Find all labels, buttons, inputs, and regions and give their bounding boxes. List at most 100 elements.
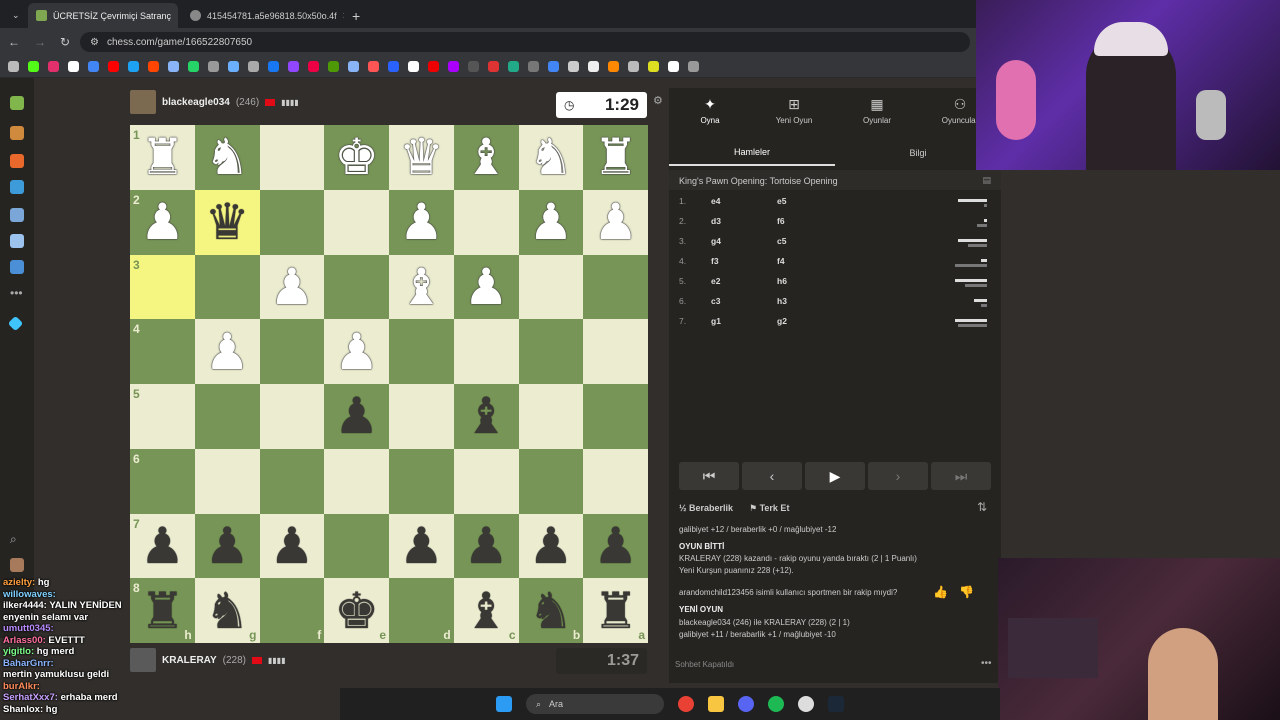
board-square-c4[interactable] — [453, 319, 519, 384]
board-square-d7[interactable]: ♟ — [389, 513, 454, 579]
discord-icon[interactable] — [738, 696, 754, 712]
watch-icon[interactable] — [10, 208, 24, 222]
board-square-c6[interactable] — [453, 448, 519, 514]
board-square-e6[interactable] — [324, 448, 389, 514]
white-pawn-piece[interactable]: ♟ — [583, 190, 648, 255]
board-square-b4[interactable] — [518, 319, 584, 384]
board-square-e1[interactable]: ♚ — [324, 125, 389, 190]
bookmark-icon[interactable] — [488, 61, 499, 72]
kick-icon[interactable] — [28, 61, 39, 72]
board-square-a7[interactable]: ♟ — [583, 513, 648, 579]
back-icon[interactable]: ← — [8, 35, 20, 49]
white-rook-piece[interactable]: ♜ — [583, 125, 648, 190]
reddit-icon[interactable] — [148, 61, 159, 72]
white-move[interactable]: c3 — [711, 296, 720, 306]
board-square-d5[interactable] — [389, 384, 454, 449]
apps-icon[interactable] — [8, 61, 19, 72]
black-pawn-piece[interactable]: ♟ — [195, 514, 260, 579]
board-square-h7[interactable]: 7 ♟ — [130, 513, 195, 579]
more-icon[interactable]: ••• — [981, 658, 992, 669]
bookmark-icon[interactable] — [168, 61, 179, 72]
board-square-a1[interactable]: ♜ — [583, 125, 648, 190]
board-square-h2[interactable]: 2 ♟ — [130, 189, 195, 255]
black-pawn-piece[interactable]: ♟ — [389, 514, 454, 579]
tab-new-game[interactable]: ⊞ Yeni Oyun — [761, 96, 827, 125]
whatsapp-icon[interactable] — [188, 61, 199, 72]
board-square-f2[interactable] — [259, 189, 325, 255]
black-move[interactable]: e5 — [777, 196, 786, 206]
board-square-d2[interactable]: ♟ — [389, 189, 454, 255]
twitch-icon[interactable] — [288, 61, 299, 72]
learn-icon[interactable] — [10, 180, 24, 194]
player-name[interactable]: blackeagle034 — [162, 97, 230, 108]
windows-start-icon[interactable] — [496, 696, 512, 712]
board-square-a6[interactable] — [583, 448, 648, 514]
board-square-c1[interactable]: ♝ — [453, 125, 519, 190]
folder-icon[interactable] — [708, 696, 724, 712]
white-king-piece[interactable]: ♚ — [324, 125, 389, 190]
black-pawn-piece[interactable]: ♟ — [130, 514, 195, 579]
board-square-e5[interactable]: ♟ — [324, 384, 389, 449]
bookmark-icon[interactable] — [628, 61, 639, 72]
board-square-b2[interactable]: ♟ — [518, 189, 584, 255]
black-pawn-piece[interactable]: ♟ — [324, 384, 389, 449]
spotify-icon[interactable] — [768, 696, 784, 712]
board-square-h5[interactable]: 5 — [130, 384, 195, 449]
board-square-e4[interactable]: ♟ — [324, 319, 389, 384]
bookmark-icon[interactable] — [568, 61, 579, 72]
white-bishop-piece[interactable]: ♝ — [389, 255, 454, 320]
board-square-h4[interactable]: 4 — [130, 319, 195, 384]
board-square-a4[interactable] — [583, 319, 648, 384]
bookmark-icon[interactable] — [388, 61, 399, 72]
black-bishop-piece[interactable]: ♝ — [454, 384, 519, 449]
black-rook-piece[interactable]: ♜ — [583, 578, 648, 643]
black-pawn-piece[interactable]: ♟ — [260, 514, 325, 579]
avatar[interactable] — [130, 90, 156, 114]
bookmark-icon[interactable] — [208, 61, 219, 72]
board-square-c2[interactable] — [453, 189, 519, 255]
board-square-d6[interactable] — [389, 448, 454, 514]
bookmark-icon[interactable] — [548, 61, 559, 72]
bookmark-icon[interactable] — [368, 61, 379, 72]
board-square-a3[interactable] — [583, 254, 648, 320]
search-icon[interactable]: ⌕ — [10, 532, 24, 546]
white-pawn-piece[interactable]: ♟ — [130, 190, 195, 255]
board-square-g6[interactable] — [194, 448, 260, 514]
steam-icon[interactable] — [828, 696, 844, 712]
board-square-a8[interactable]: a ♜ — [583, 578, 648, 643]
address-bar[interactable]: ⚙ chess.com/game/166522807650 — [80, 32, 970, 52]
board-square-a5[interactable] — [583, 384, 648, 449]
white-pawn-piece[interactable]: ♟ — [454, 255, 519, 320]
white-move[interactable]: f3 — [711, 256, 719, 266]
bookmark-icon[interactable] — [248, 61, 259, 72]
first-move-button[interactable]: ⏮ — [679, 462, 739, 490]
board-square-f3[interactable]: ♟ — [259, 254, 325, 320]
avatar[interactable] — [10, 558, 24, 572]
board-square-e7[interactable] — [324, 513, 389, 579]
news-icon[interactable] — [10, 234, 24, 248]
tab-chess[interactable]: ÜCRETSİZ Çevrimiçi Satranç × — [28, 3, 178, 28]
white-move[interactable]: d3 — [711, 216, 721, 226]
white-bishop-piece[interactable]: ♝ — [454, 125, 519, 190]
black-pawn-piece[interactable]: ♟ — [454, 514, 519, 579]
tab-play[interactable]: ✦ Oyna — [677, 96, 743, 125]
black-move[interactable]: f6 — [777, 216, 785, 226]
board-square-f6[interactable] — [259, 448, 325, 514]
black-pawn-piece[interactable]: ♟ — [519, 514, 584, 579]
board-square-c3[interactable]: ♟ — [453, 254, 519, 320]
pawn-logo-icon[interactable] — [10, 96, 24, 110]
draw-button[interactable]: ½ Beraberlik — [679, 503, 733, 513]
board-square-b1[interactable]: ♞ — [518, 125, 584, 190]
board-square-c8[interactable]: c ♝ — [453, 578, 519, 643]
flip-board-icon[interactable]: ⇅ — [977, 500, 987, 514]
bookmark-icon[interactable] — [328, 61, 339, 72]
chrome-icon[interactable] — [678, 696, 694, 712]
white-pawn-piece[interactable]: ♟ — [519, 190, 584, 255]
white-pawn-piece[interactable]: ♟ — [324, 319, 389, 384]
tab-menu-icon[interactable]: ⌄ — [4, 3, 24, 28]
facebook-icon[interactable] — [268, 61, 279, 72]
instagram-icon[interactable] — [48, 61, 59, 72]
white-queen-piece[interactable]: ♛ — [389, 125, 454, 190]
bookmark-icon[interactable] — [468, 61, 479, 72]
bookmark-icon[interactable] — [448, 61, 459, 72]
